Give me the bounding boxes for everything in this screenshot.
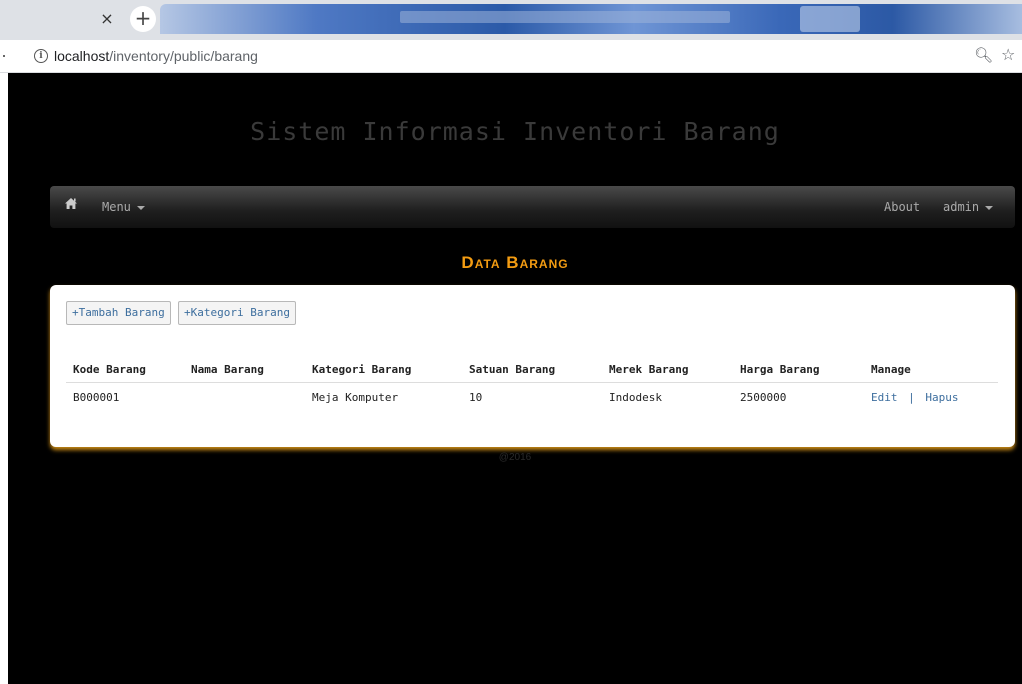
nav-about-link[interactable]: About (884, 200, 920, 214)
cell-satuan: 10 (469, 391, 483, 404)
column-header: Nama Barang (184, 355, 305, 383)
site-title: Sistem Informasi Inventori Barang (250, 117, 780, 146)
cell-merek: Indodesk (609, 391, 662, 404)
new-tab-button[interactable]: + (130, 6, 156, 32)
star-icon[interactable]: ☆ (1001, 45, 1015, 64)
cell-nama (184, 383, 305, 413)
add-category-button[interactable]: +Kategori Barang (178, 301, 296, 325)
url-text[interactable]: localhost/inventory/public/barang (54, 48, 258, 64)
edit-link[interactable]: Edit (871, 391, 898, 404)
cell-harga: 2500000 (740, 391, 787, 404)
page-body: Sistem Informasi Inventori Barang Menu A… (8, 73, 1022, 684)
nav-menu-label: Menu (102, 200, 131, 214)
home-icon-svg (65, 198, 77, 209)
column-header: Harga Barang (733, 355, 864, 383)
cell-manage: Edit | Hapus (864, 383, 998, 413)
column-header: Merek Barang (602, 355, 733, 383)
navbar: Menu About admin (50, 186, 1015, 228)
tab-blur-highlight (800, 6, 860, 32)
footer-text: @2016 (498, 452, 532, 463)
column-header: Satuan Barang (462, 355, 602, 383)
delete-link[interactable]: Hapus (925, 391, 958, 404)
window-edge-mark (3, 55, 5, 57)
column-header: Manage (864, 355, 998, 383)
items-table: Kode Barang Nama Barang Kategori Barang … (66, 355, 998, 412)
url-path: /inventory/public/barang (109, 48, 258, 64)
zoom-icon[interactable]: 🔍︎ (974, 46, 993, 64)
active-tab[interactable] (160, 4, 1022, 34)
caret-down-icon (985, 205, 994, 210)
cell-kategori: Meja Komputer (312, 391, 399, 404)
close-tab-icon[interactable]: × (96, 8, 118, 30)
column-header: Kategori Barang (305, 355, 462, 383)
address-bar[interactable]: i localhost/inventory/public/barang 🔍︎ ☆ (0, 40, 1022, 73)
url-host: localhost (54, 48, 110, 64)
table-header-row: Kode Barang Nama Barang Kategori Barang … (66, 355, 998, 383)
home-icon[interactable] (64, 197, 78, 214)
nav-user-label: admin (943, 200, 980, 214)
add-item-button[interactable]: +Tambah Barang (66, 301, 171, 325)
nav-user-dropdown[interactable]: admin (943, 200, 994, 214)
content-panel: +Tambah Barang +Kategori Barang Kode Bar… (50, 285, 1015, 447)
browser-tab-strip: × + (0, 0, 1022, 40)
column-header: Kode Barang (66, 355, 184, 383)
cell-kode: B000001 (73, 391, 120, 404)
page-heading: Data Barang (461, 253, 569, 272)
table-row: B000001 Meja Komputer 10 Indodesk 250000… (66, 383, 998, 413)
info-icon[interactable]: i (34, 49, 48, 63)
caret-down-icon (136, 205, 145, 210)
link-separator: | (908, 391, 915, 404)
tab-title-blurred (400, 11, 730, 23)
nav-menu-dropdown[interactable]: Menu (102, 200, 145, 214)
